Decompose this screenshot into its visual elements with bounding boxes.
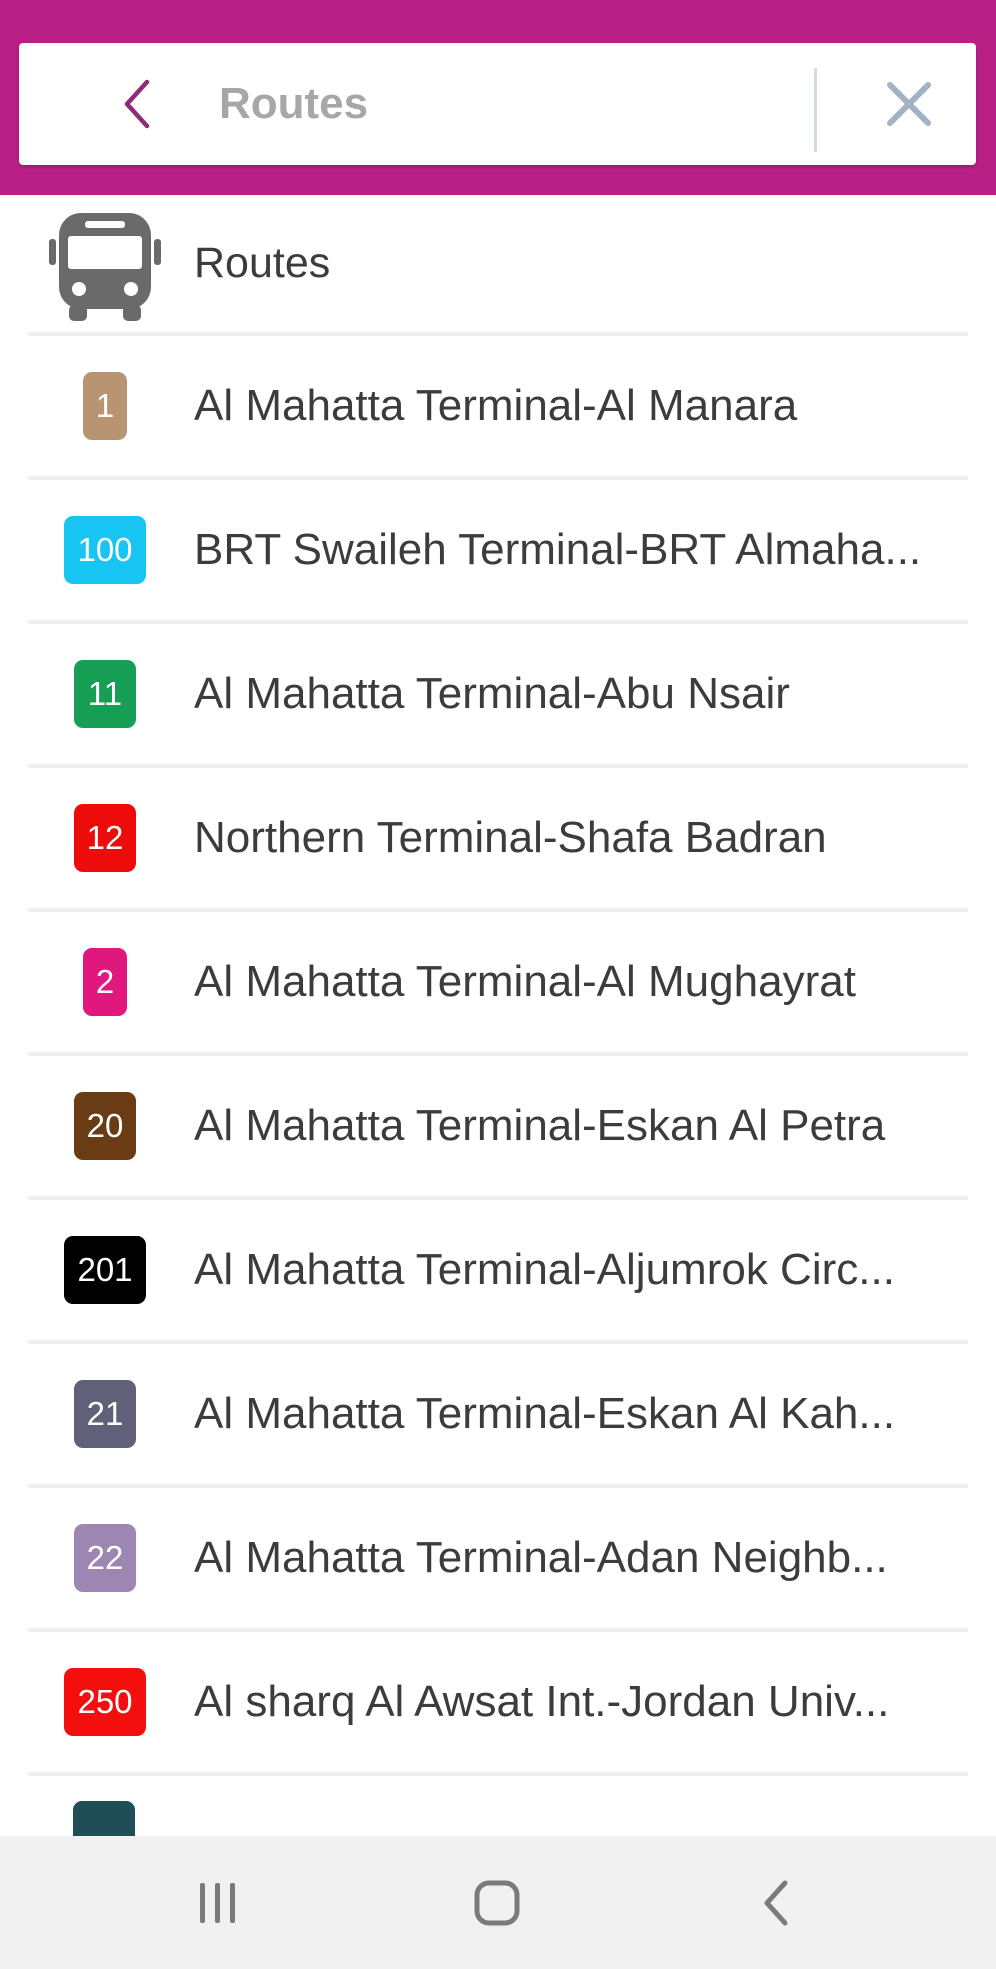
route-item-250[interactable]: 250 Al sharq Al Awsat Int.-Jordan Univ..… (0, 1632, 996, 1772)
route-item-2[interactable]: 2 Al Mahatta Terminal-Al Mughayrat (0, 912, 996, 1052)
route-number-badge: 250 (64, 1668, 146, 1736)
search-input[interactable] (219, 43, 809, 165)
route-item-100[interactable]: 100 BRT Swaileh Terminal-BRT Almaha... (0, 480, 996, 620)
route-name: Al Mahatta Terminal-Abu Nsair (194, 669, 790, 718)
search-box (19, 43, 976, 165)
route-item-22[interactable]: 22 Al Mahatta Terminal-Adan Neighb... (0, 1488, 996, 1628)
route-item-201[interactable]: 201 Al Mahatta Terminal-Aljumrok Circ... (0, 1200, 996, 1340)
route-name: Al Mahatta Terminal-Al Mughayrat (194, 957, 856, 1006)
section-header-routes: Routes (0, 195, 996, 332)
route-name: BRT Swaileh Terminal-BRT Almaha... (194, 525, 922, 574)
route-name: Al Mahatta Terminal-Aljumrok Circ... (194, 1245, 895, 1294)
route-name: Al Mahatta Terminal-Eskan Al Petra (194, 1101, 886, 1150)
nav-back-button[interactable] (716, 1836, 836, 1969)
recent-apps-button[interactable] (158, 1836, 278, 1969)
route-number-badge: 11 (74, 660, 136, 728)
route-name: Northern Terminal-Shafa Badran (194, 813, 827, 862)
route-number-badge: 2 (83, 948, 127, 1016)
back-icon (764, 1880, 788, 1925)
route-item-21[interactable]: 21 Al Mahatta Terminal-Eskan Al Kah... (0, 1344, 996, 1484)
route-number-badge: 22 (74, 1524, 136, 1592)
route-name: Al Mahatta Terminal-Eskan Al Kah... (194, 1389, 896, 1438)
route-item-1[interactable]: 1 Al Mahatta Terminal-Al Manara (0, 336, 996, 476)
route-number-badge: 201 (64, 1236, 146, 1304)
home-button[interactable] (437, 1836, 557, 1969)
route-item-20[interactable]: 20 Al Mahatta Terminal-Eskan Al Petra (0, 1056, 996, 1196)
route-number-badge: 20 (74, 1092, 136, 1160)
home-icon (474, 1880, 520, 1925)
bus-icon (45, 209, 165, 324)
route-name: Al Mahatta Terminal-Al Manara (194, 381, 798, 430)
route-number-badge (73, 1801, 135, 1841)
route-name: Al sharq Al Awsat Int.-Jordan Univ... (194, 1677, 890, 1726)
route-number-badge: 1 (83, 372, 127, 440)
screen: Routes 1 Al Mahatta Terminal-Al Manara 1… (0, 0, 996, 1969)
app-bar (0, 0, 996, 195)
route-item-11[interactable]: 11 Al Mahatta Terminal-Abu Nsair (0, 624, 996, 764)
search-divider (814, 68, 817, 152)
recent-apps-icon (200, 1882, 235, 1923)
results-list: Routes 1 Al Mahatta Terminal-Al Manara 1… (0, 195, 996, 1841)
clear-search-button[interactable] (864, 68, 954, 140)
route-number-badge: 21 (74, 1380, 136, 1448)
route-item-12[interactable]: 12 Northern Terminal-Shafa Badran (0, 768, 996, 908)
close-icon (887, 82, 931, 126)
chevron-left-icon (124, 79, 150, 129)
section-header-label: Routes (194, 239, 331, 287)
system-nav-bar (0, 1836, 996, 1969)
route-item-partial[interactable] (0, 1776, 996, 1841)
route-number-badge: 12 (74, 804, 136, 872)
back-button[interactable] (97, 68, 177, 140)
route-name: Al Mahatta Terminal-Adan Neighb... (194, 1533, 888, 1582)
route-number-badge: 100 (64, 516, 146, 584)
